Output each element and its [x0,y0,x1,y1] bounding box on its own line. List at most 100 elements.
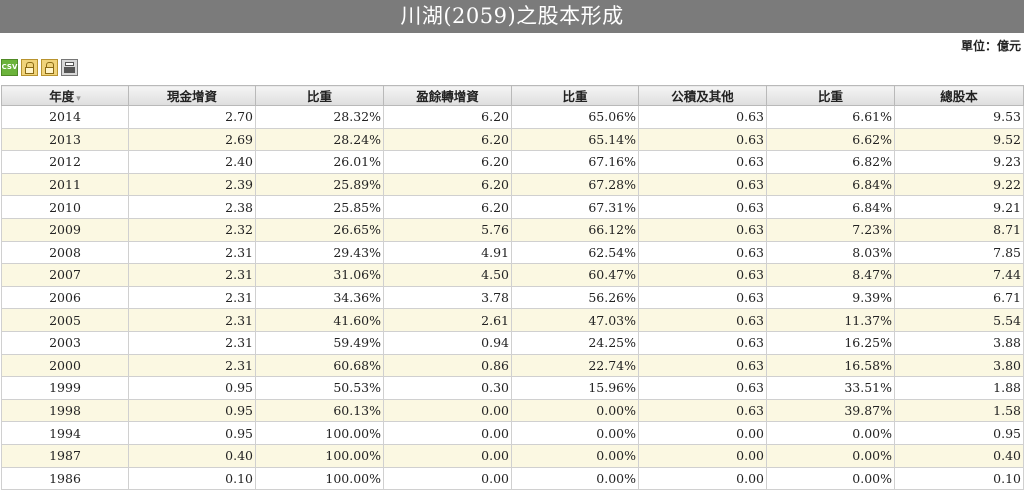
column-header[interactable]: 盈餘轉增資 [383,85,512,106]
table-row: 2011 2.39 25.89% 6.20 67.28% 0.63 6.84% 9.22 [1,172,1024,197]
table-cell: 0.63 [638,105,767,129]
table-cell: 0.00% [766,421,895,445]
table-cell: 9.53 [894,105,1024,129]
table-cell: 31.06% [255,263,384,287]
table-cell: 8.47% [766,263,895,287]
unlock-icon[interactable] [41,58,58,76]
lock-icon[interactable] [21,58,38,76]
table-cell: 1994 [1,421,129,445]
table-cell: 0.63 [638,240,767,265]
column-header-label: 現金增資 [166,89,217,104]
table-header-row: 年度 ▾ 現金增資 比重 盈餘轉增資 比重 公積及其他 比重 總股本 [1,85,1024,106]
table-cell: 1986 [1,466,129,490]
table-cell: 9.39% [766,285,895,310]
table-cell: 60.68% [255,353,384,378]
table-cell: 0.00 [383,443,512,468]
table-cell: 0.63 [638,150,767,174]
table-cell: 0.63 [638,172,767,197]
table-cell: 2.40 [128,150,256,174]
table-cell: 29.43% [255,240,384,265]
sort-desc-icon[interactable]: ▾ [76,94,81,104]
table-cell: 50.53% [255,376,384,400]
csv-export-button[interactable]: CSV [1,58,18,76]
table-cell: 56.26% [511,285,639,310]
table-cell: 0.00 [383,466,512,490]
table-cell: 2008 [1,240,129,265]
column-header[interactable]: 現金增資 [128,85,256,106]
table-cell: 0.63 [638,398,767,423]
table-cell: 4.91 [383,240,512,265]
table-cell: 0.63 [638,263,767,287]
table-cell: 2003 [1,330,129,355]
table-cell: 2.31 [128,308,256,332]
table-cell: 33.51% [766,376,895,400]
table-cell: 6.20 [383,195,512,219]
table-cell: 2.31 [128,263,256,287]
table-cell: 65.06% [511,105,639,129]
table-row: 2012 2.40 26.01% 6.20 67.16% 0.63 6.82% 9.23 [1,150,1024,174]
table-cell: 6.20 [383,105,512,129]
table-row: 2003 2.31 59.49% 0.94 24.25% 0.63 16.25% 3.88 [1,330,1024,355]
table-cell: 6.71 [894,285,1024,310]
table-cell: 0.10 [894,466,1024,490]
table-cell: 16.25% [766,330,895,355]
table-cell: 2.69 [128,127,256,152]
table-cell: 6.84% [766,195,895,219]
table-cell: 0.40 [128,443,256,468]
table-cell: 2009 [1,217,129,242]
column-header[interactable]: 比重 [511,85,639,106]
print-icon[interactable] [61,58,78,76]
table-cell: 2.31 [128,353,256,378]
table-cell: 0.63 [638,285,767,310]
table-cell: 9.52 [894,127,1024,152]
column-header[interactable]: 總股本 [894,85,1024,106]
table-cell: 1987 [1,443,129,468]
table-row: 1987 0.40 100.00% 0.00 0.00% 0.00 0.00% 0.40 [1,443,1024,468]
table-cell: 2.31 [128,330,256,355]
table-cell: 28.24% [255,127,384,152]
table-cell: 0.63 [638,330,767,355]
table-cell: 0.00 [383,398,512,423]
table-cell: 0.94 [383,330,512,355]
column-header-year[interactable]: 年度 ▾ [1,85,129,106]
table-row: 2014 2.70 28.32% 6.20 65.06% 0.63 6.61% 9.53 [1,105,1024,129]
column-header-label: 比重 [306,89,332,104]
table-cell: 5.54 [894,308,1024,332]
table-row: 1998 0.95 60.13% 0.00 0.00% 0.63 39.87% 1.58 [1,398,1024,423]
table-cell: 3.78 [383,285,512,310]
table-row: 2006 2.31 34.36% 3.78 56.26% 0.63 9.39% 6.71 [1,285,1024,310]
table-cell: 6.20 [383,127,512,152]
column-header[interactable]: 比重 [255,85,384,106]
table-cell: 0.00% [511,466,639,490]
table-cell: 2.70 [128,105,256,129]
table-cell: 0.00% [511,398,639,423]
table-row: 2008 2.31 29.43% 4.91 62.54% 0.63 8.03% 7.85 [1,240,1024,265]
column-header-label: 公積及其他 [671,89,734,104]
column-header-label: 比重 [562,89,588,104]
column-header[interactable]: 公積及其他 [638,85,767,106]
table-cell: 0.00% [511,443,639,468]
table-cell: 8.71 [894,217,1024,242]
table-cell: 15.96% [511,376,639,400]
table-row: 1986 0.10 100.00% 0.00 0.00% 0.00 0.00% 0.10 [1,466,1024,490]
table-cell: 28.32% [255,105,384,129]
table-cell: 11.37% [766,308,895,332]
table-cell: 2.61 [383,308,512,332]
table-cell: 65.14% [511,127,639,152]
table-cell: 2013 [1,127,129,152]
unit-label: 單位：億元 [960,39,1021,53]
column-header[interactable]: 比重 [766,85,895,106]
page-title: 川湖(2059)之股本形成 [0,0,1024,33]
table-row: 2007 2.31 31.06% 4.50 60.47% 0.63 8.47% 7.44 [1,263,1024,287]
table-cell: 59.49% [255,330,384,355]
table-cell: 2012 [1,150,129,174]
table-cell: 22.74% [511,353,639,378]
table-cell: 34.36% [255,285,384,310]
table-cell: 0.95 [128,421,256,445]
table-cell: 0.10 [128,466,256,490]
table-body: 2014 2.70 28.32% 6.20 65.06% 0.63 6.61% 9.53 201… [1,105,1024,490]
table-cell: 0.40 [894,443,1024,468]
table-cell: 1.88 [894,376,1024,400]
table-cell: 2.32 [128,217,256,242]
table-cell: 66.12% [511,217,639,242]
